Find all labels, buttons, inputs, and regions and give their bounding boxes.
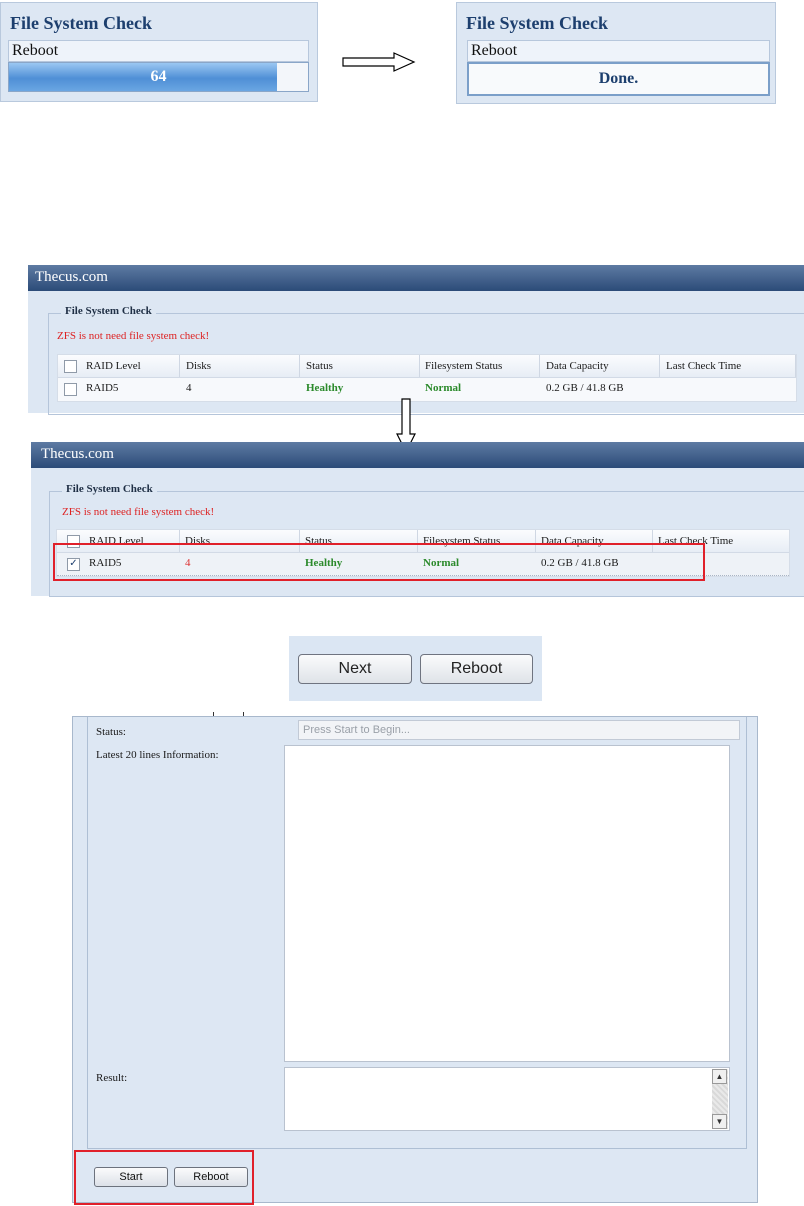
table-row[interactable]: RAID5 4 Healthy Normal 0.2 GB / 41.8 GB — [58, 378, 796, 400]
raid-table: RAID Level Disks Status Filesystem Statu… — [57, 354, 797, 402]
row-checkbox[interactable] — [64, 383, 77, 396]
progress-value: Done. — [598, 70, 639, 87]
scroll-down-icon[interactable]: ▼ — [712, 1114, 727, 1129]
warning-text: ZFS is not need file system check! — [62, 506, 215, 518]
info-textarea[interactable] — [284, 745, 730, 1062]
col-data-capacity[interactable]: Data Capacity — [546, 356, 609, 376]
window-title-bar: Thecus.com — [31, 442, 804, 468]
file-system-check-group: File System Check ZFS is not need file s… — [48, 305, 804, 415]
form-frame: Status: Press Start to Begin... Latest 2… — [87, 717, 747, 1149]
cell-filesystem-status: Normal — [425, 382, 462, 394]
result-textarea[interactable]: ▲ ▼ — [284, 1067, 730, 1131]
col-status[interactable]: Status — [306, 356, 333, 376]
section-title: File System Check — [62, 483, 157, 495]
col-raid-level[interactable]: RAID Level — [86, 356, 141, 376]
col-last-check-time[interactable]: Last Check Time — [666, 356, 741, 376]
arrow-right-icon — [342, 52, 416, 72]
section-title: File System Check — [61, 305, 156, 317]
status-field: Press Start to Begin... — [298, 720, 740, 740]
result-scrollbar[interactable]: ▲ ▼ — [712, 1069, 728, 1129]
result-label: Result: — [96, 1072, 128, 1084]
thecus-window-unchecked: Thecus.com File System Check ZFS is not … — [28, 265, 804, 415]
row-highlight-box — [53, 543, 705, 581]
progress-title: File System Check — [466, 13, 608, 33]
progress-label: Reboot — [467, 40, 770, 62]
buttons-highlight-box — [74, 1150, 254, 1205]
progress-label: Reboot — [8, 40, 309, 62]
col-disks[interactable]: Disks — [186, 356, 211, 376]
cell-data-capacity: 0.2 GB / 41.8 GB — [546, 382, 624, 394]
action-buttons-panel: Next Reboot — [289, 636, 542, 701]
progress-value: 64 — [150, 68, 167, 85]
progress-bar: Done. — [467, 62, 770, 96]
progress-panel-done: File System Check Reboot Done. — [456, 2, 776, 104]
next-button[interactable]: Next — [298, 654, 412, 684]
progress-bar: 64 — [8, 62, 309, 92]
cell-raid-level: RAID5 — [86, 382, 119, 394]
window-title-bar: Thecus.com — [28, 265, 804, 291]
select-all-checkbox[interactable] — [64, 360, 77, 373]
cell-disks: 4 — [186, 382, 192, 394]
info-label: Latest 20 lines Information: — [96, 749, 219, 761]
status-label: Status: — [96, 726, 126, 738]
cell-status: Healthy — [306, 382, 344, 394]
progress-panel-running: File System Check Reboot 64 — [0, 2, 318, 102]
scroll-up-icon[interactable]: ▲ — [712, 1069, 727, 1084]
file-system-check-form: Status: Press Start to Begin... Latest 2… — [72, 716, 758, 1203]
warning-text: ZFS is not need file system check! — [57, 330, 210, 342]
reboot-button[interactable]: Reboot — [420, 654, 533, 684]
progress-title: File System Check — [10, 13, 152, 33]
col-filesystem-status[interactable]: Filesystem Status — [425, 356, 502, 376]
